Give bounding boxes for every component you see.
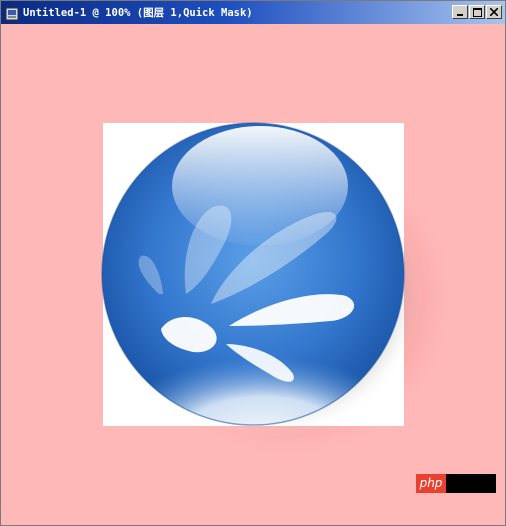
artwork (101, 122, 461, 464)
window-title: Untitled-1 @ 100% (图层 1,Quick Mask) (23, 7, 253, 19)
watermark-label: php (416, 474, 446, 493)
document-canvas[interactable] (1, 24, 505, 525)
photoshop-document-icon (5, 6, 19, 20)
title-bar[interactable]: Untitled-1 @ 100% (图层 1,Quick Mask) (1, 1, 505, 24)
window-controls (452, 5, 502, 19)
watermark-block (446, 474, 496, 493)
maximize-button[interactable] (469, 5, 485, 19)
close-icon (490, 8, 498, 16)
top-highlight (172, 126, 348, 246)
php-watermark: php (416, 474, 496, 493)
document-window: Untitled-1 @ 100% (图层 1,Quick Mask) php (0, 0, 506, 526)
close-button[interactable] (486, 5, 502, 19)
minimize-icon (457, 14, 463, 16)
minimize-button[interactable] (452, 5, 468, 19)
maximize-icon (472, 7, 482, 17)
